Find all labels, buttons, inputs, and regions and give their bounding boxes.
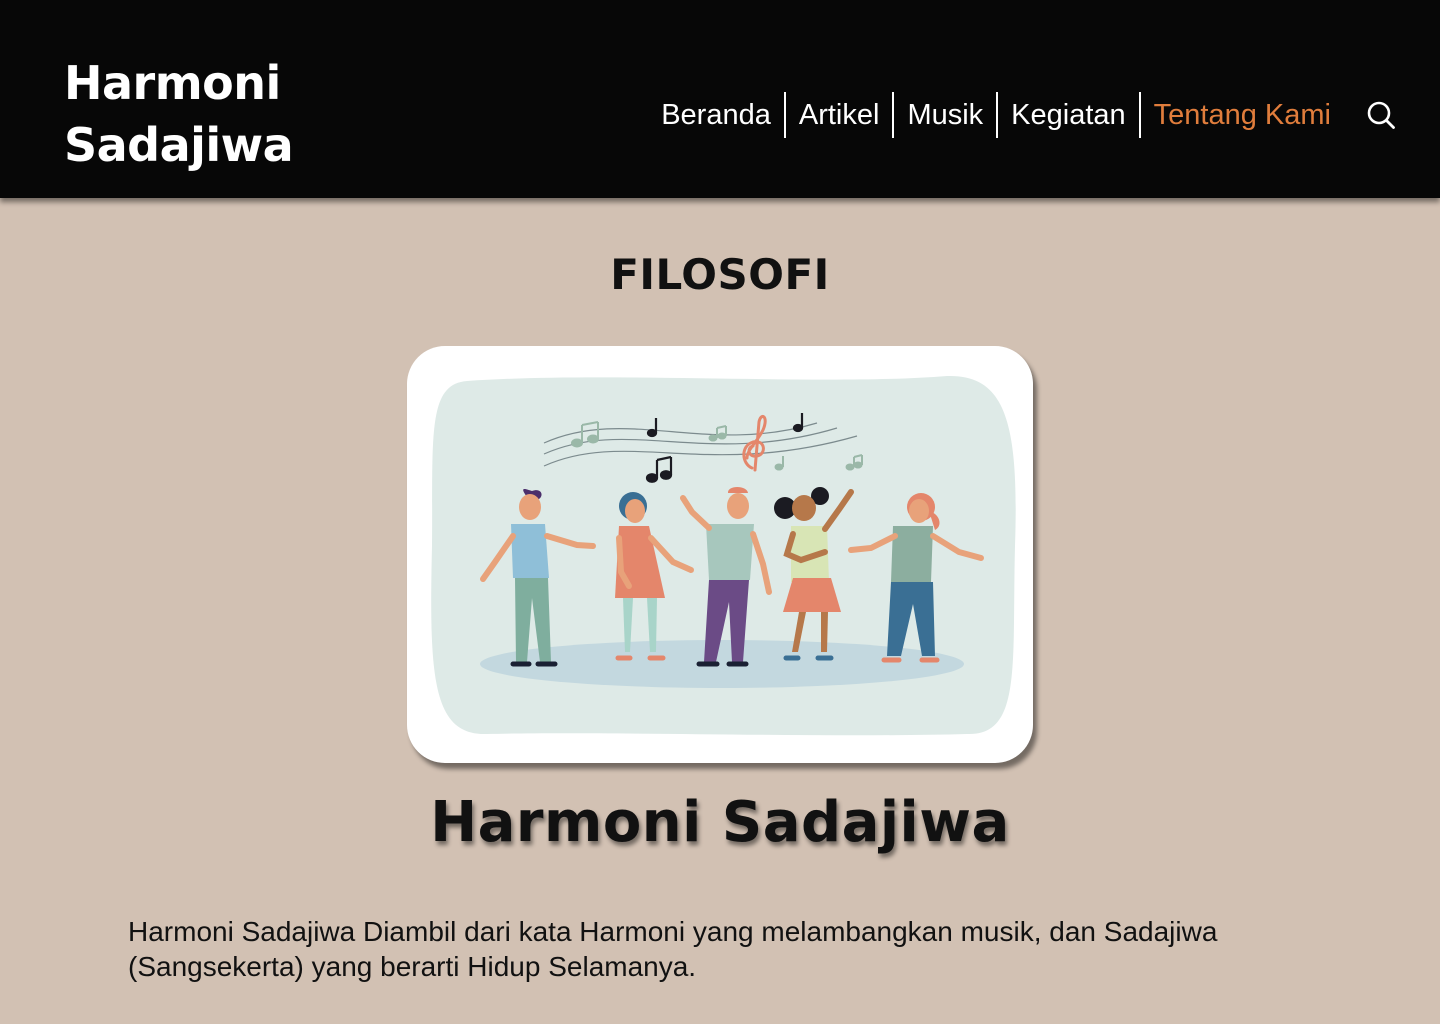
nav-link-kegiatan[interactable]: Kegiatan <box>996 92 1139 138</box>
main-nav: Beranda Artikel Musik Kegiatan Tentang K… <box>648 92 1344 138</box>
brand-logo[interactable]: Harmoni Sadajiwa <box>64 52 324 176</box>
organization-name: Harmoni Sadajiwa <box>430 790 1010 855</box>
organization-description: Harmoni Sadajiwa Diambil dari kata Harmo… <box>128 916 1218 982</box>
brand-line-1: Harmoni <box>64 56 281 110</box>
navbar: Harmoni Sadajiwa Beranda Artikel Musik K… <box>0 0 1440 198</box>
illustration-card <box>407 346 1033 763</box>
nav-link-beranda[interactable]: Beranda <box>648 92 784 138</box>
search-icon[interactable] <box>1366 100 1396 130</box>
nav-link-musik[interactable]: Musik <box>892 92 996 138</box>
section-title: FILOSOFI <box>610 250 830 299</box>
nav-link-tentang-kami[interactable]: Tentang Kami <box>1138 92 1344 138</box>
brand-line-2: Sadajiwa <box>64 118 294 172</box>
people-singing-illustration <box>431 375 1016 736</box>
nav-link-artikel[interactable]: Artikel <box>783 92 893 138</box>
